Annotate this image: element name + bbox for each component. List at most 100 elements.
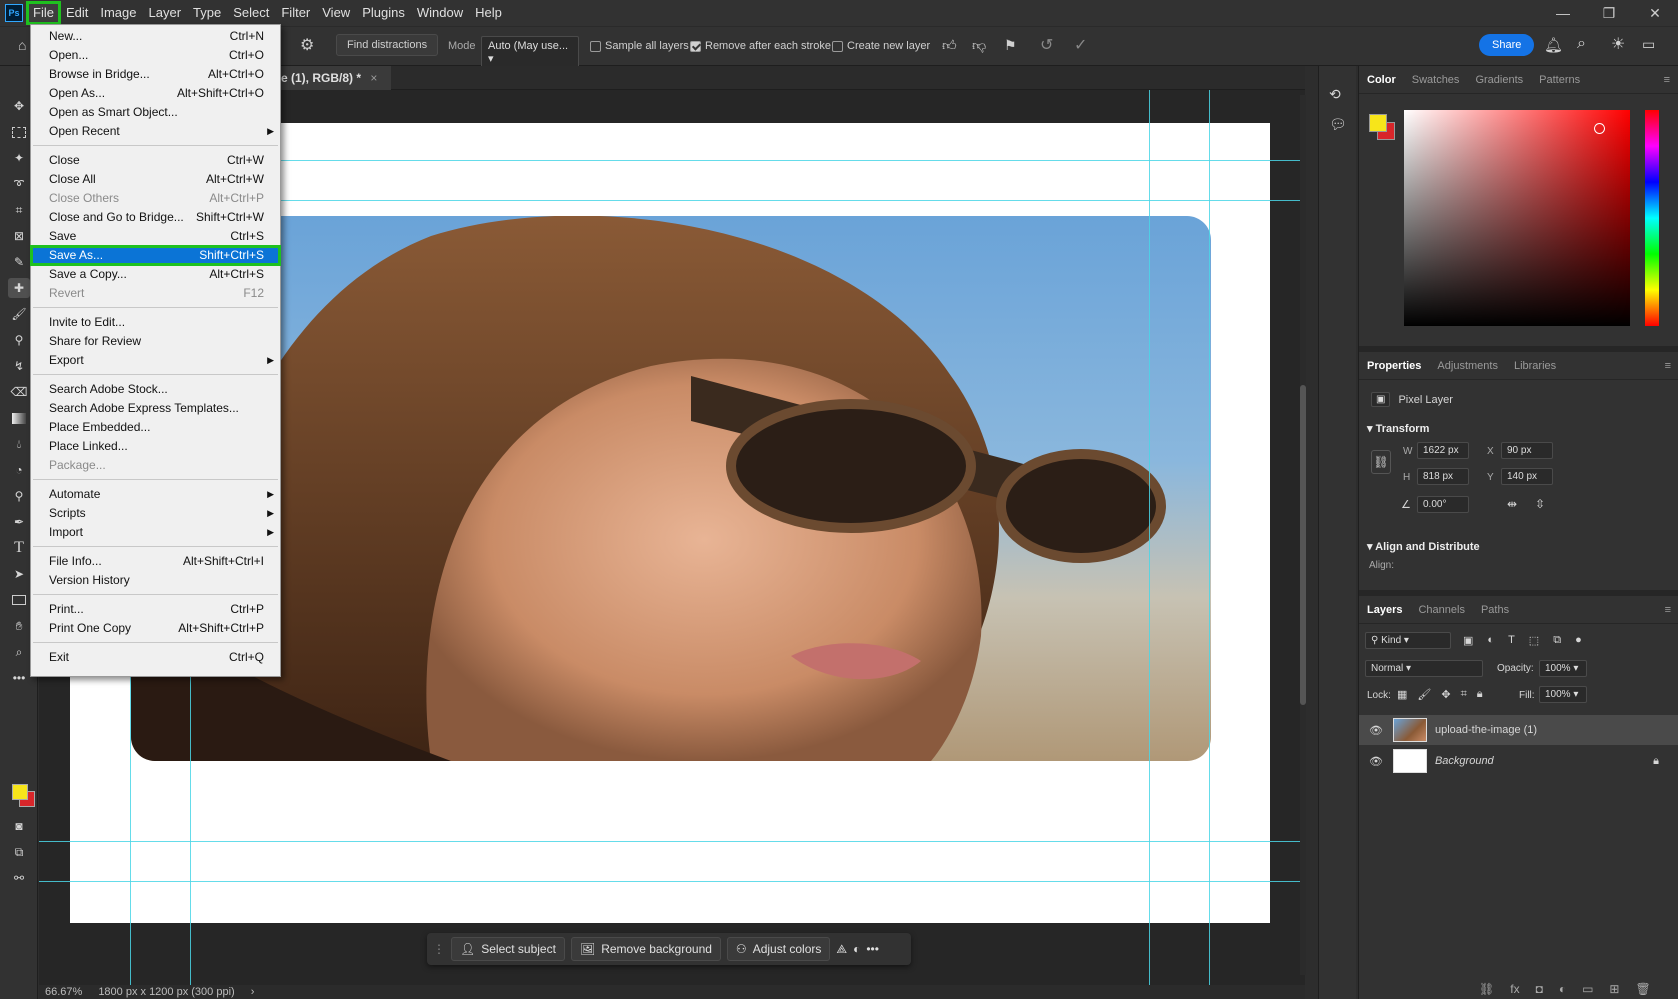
healing-brush-tool-icon[interactable]: ✚ [8,278,30,298]
file-menu-item-open-as[interactable]: Open As... Alt+Shift+Ctrl+O [31,84,280,103]
stamp-tool-icon[interactable]: ⚲ [8,330,30,350]
panel-menu-icon[interactable]: ≡ [1664,74,1670,86]
file-menu-item-close-all[interactable]: Close All Alt+Ctrl+W [31,170,280,189]
type-filter-icon[interactable]: T [1508,634,1515,647]
pixel-filter-icon[interactable]: ▣ [1463,634,1473,647]
zoom-magnifier-icon[interactable]: ⚲ [8,486,30,506]
undo-icon[interactable]: ↺ [1040,35,1053,55]
hue-slider[interactable] [1645,110,1659,326]
angle-field[interactable]: 0.00° [1417,496,1469,513]
path-select-tool-icon[interactable]: ➤ [8,564,30,584]
find-distractions-button[interactable]: Find distractions [336,34,439,56]
object-select-tool-icon[interactable]: ✦ [8,148,30,168]
sample-all-layers-checkbox[interactable]: Sample all layers [590,40,689,52]
tab-color[interactable]: Color [1367,74,1396,86]
file-menu-item-scripts[interactable]: Scripts ▶ [31,504,280,523]
menu-edit[interactable]: Edit [60,2,94,24]
file-menu-item-save-a-copy[interactable]: Save a Copy... Alt+Ctrl+S [31,265,280,284]
layer-name[interactable]: Background [1435,755,1494,767]
file-menu-item-save-as[interactable]: Save As... Shift+Ctrl+S [30,245,281,266]
remove-after-stroke-checkbox[interactable]: Remove after each stroke [690,40,831,52]
tab-adjustments[interactable]: Adjustments [1437,360,1498,372]
file-menu-item-browse-in-bridge[interactable]: Browse in Bridge... Alt+Ctrl+O [31,65,280,84]
tab-paths[interactable]: Paths [1481,604,1509,616]
guide-vertical[interactable] [1149,90,1150,985]
menu-view[interactable]: View [316,2,356,24]
menu-file[interactable]: File [26,1,61,25]
guide-horizontal[interactable] [39,841,1305,842]
file-menu-item-search-adobe-express-templates[interactable]: Search Adobe Express Templates... [31,399,280,418]
color-picker-field[interactable] [1404,110,1630,326]
opacity-field[interactable]: 100% ▾ [1539,660,1587,677]
link-layers-icon[interactable]: ⛓ [1479,982,1494,996]
screen-mode-icon[interactable]: ⧉ [8,842,30,862]
file-menu-item-open[interactable]: Open... Ctrl+O [31,46,280,65]
close-window-button[interactable]: ✕ [1632,0,1678,26]
panel-menu-icon[interactable]: ≡ [1665,360,1671,372]
filter-toggle-icon[interactable]: ● [1575,634,1582,647]
fill-field[interactable]: 100% ▾ [1539,686,1587,703]
lock-position-icon[interactable]: ✥ [1441,688,1450,701]
tab-channels[interactable]: Channels [1418,604,1464,616]
photo-layer[interactable] [131,216,1211,761]
menu-layer[interactable]: Layer [143,2,188,24]
guide-horizontal[interactable] [39,881,1305,882]
layer-row-selected[interactable]: 👁︎ upload-the-image (1) [1359,715,1678,745]
file-menu-item-open-recent[interactable]: Open Recent ▶ [31,122,280,141]
foreground-color-swatch[interactable] [12,784,28,800]
trash-icon[interactable]: 🗑︎ [1635,982,1650,996]
lasso-tool-icon[interactable]: ➰︎ [8,174,30,194]
layer-row-background[interactable]: 👁︎ Background 🔒︎ [1359,746,1678,776]
layer-filter-icons[interactable]: ▣ ◐ T ⬚ ⧉ ● [1463,634,1582,647]
group-icon[interactable]: ▭ [1582,982,1593,996]
new-layer-icon[interactable]: ⊞ [1609,982,1619,996]
lock-all-icon[interactable]: 🔒︎ [1477,688,1483,701]
tab-libraries[interactable]: Libraries [1514,360,1556,372]
file-menu-item-import[interactable]: Import ▶ [31,523,280,542]
tab-layers[interactable]: Layers [1367,604,1402,616]
visibility-eye-icon[interactable]: 👁︎ [1369,755,1383,768]
fg-color-chip[interactable] [1369,114,1387,132]
dodge-tool-icon[interactable]: ◔ [8,460,30,480]
restore-button[interactable]: ❐ [1586,0,1632,26]
rectangle-tool-icon[interactable] [8,590,30,610]
layer-filter-select[interactable]: ⚲ Kind ▾ [1365,632,1451,649]
home-icon[interactable]: ⌂ [18,37,26,53]
menu-help[interactable]: Help [469,2,508,24]
file-menu-item-close[interactable]: Close Ctrl+W [31,151,280,170]
file-menu-item-revert[interactable]: Revert F12 [31,284,280,303]
lock-icons[interactable]: ▦ 🖌︎ ✥ ⌗ 🔒︎ [1397,688,1483,701]
file-menu-item-invite-to-edit[interactable]: Invite to Edit... [31,313,280,332]
file-menu-item-share-for-review[interactable]: Share for Review [31,332,280,351]
smart-object-filter-icon[interactable]: ⧉ [1553,634,1561,647]
flip-horizontal-icon[interactable]: ⇹ [1507,497,1517,511]
history-brush-icon[interactable]: ↯ [8,356,30,376]
mask-icon[interactable]: ◐ [853,942,860,956]
frame-tool-icon[interactable]: ⊠ [8,226,30,246]
file-menu-item-automate[interactable]: Automate ▶ [31,485,280,504]
shape-filter-icon[interactable]: ⬚ [1529,634,1539,647]
file-menu-item-package[interactable]: Package... [31,456,280,475]
menu-filter[interactable]: Filter [275,2,316,24]
align-header[interactable]: ▾ Align and Distribute [1367,540,1480,553]
gear-icon[interactable]: ⚙ [300,35,314,55]
drag-handle-icon[interactable]: ⋮ [433,942,445,956]
transform-icon[interactable]: ⟁ [836,942,847,957]
x-field[interactable]: 90 px [1501,442,1553,459]
blend-mode-select[interactable]: Normal ▾ [1365,660,1483,677]
file-menu-item-search-adobe-stock[interactable]: Search Adobe Stock... [31,380,280,399]
adjust-colors-button[interactable]: ⚇ Adjust colors [726,937,831,961]
brush-tool-icon[interactable]: 🖌︎ [8,304,30,324]
more-tools-icon[interactable]: ••• [8,668,30,688]
vertical-scrollbar[interactable] [1300,95,1306,975]
file-menu-item-export[interactable]: Export ▶ [31,351,280,370]
transform-header[interactable]: ▾ Transform [1367,422,1429,435]
history-panel-icon[interactable]: ⟲ [1329,86,1341,103]
height-field[interactable]: 818 px [1417,468,1469,485]
lock-pixels-icon[interactable]: 🖌︎ [1417,688,1431,701]
lock-artboard-icon[interactable]: ⌗ [1461,688,1467,701]
pen-tool-icon[interactable]: ✒ [8,512,30,532]
gradient-tool-icon[interactable] [8,408,30,428]
generative-icon[interactable]: ⚯ [8,868,30,888]
bell-icon[interactable]: 🔔︎ [1544,36,1563,54]
